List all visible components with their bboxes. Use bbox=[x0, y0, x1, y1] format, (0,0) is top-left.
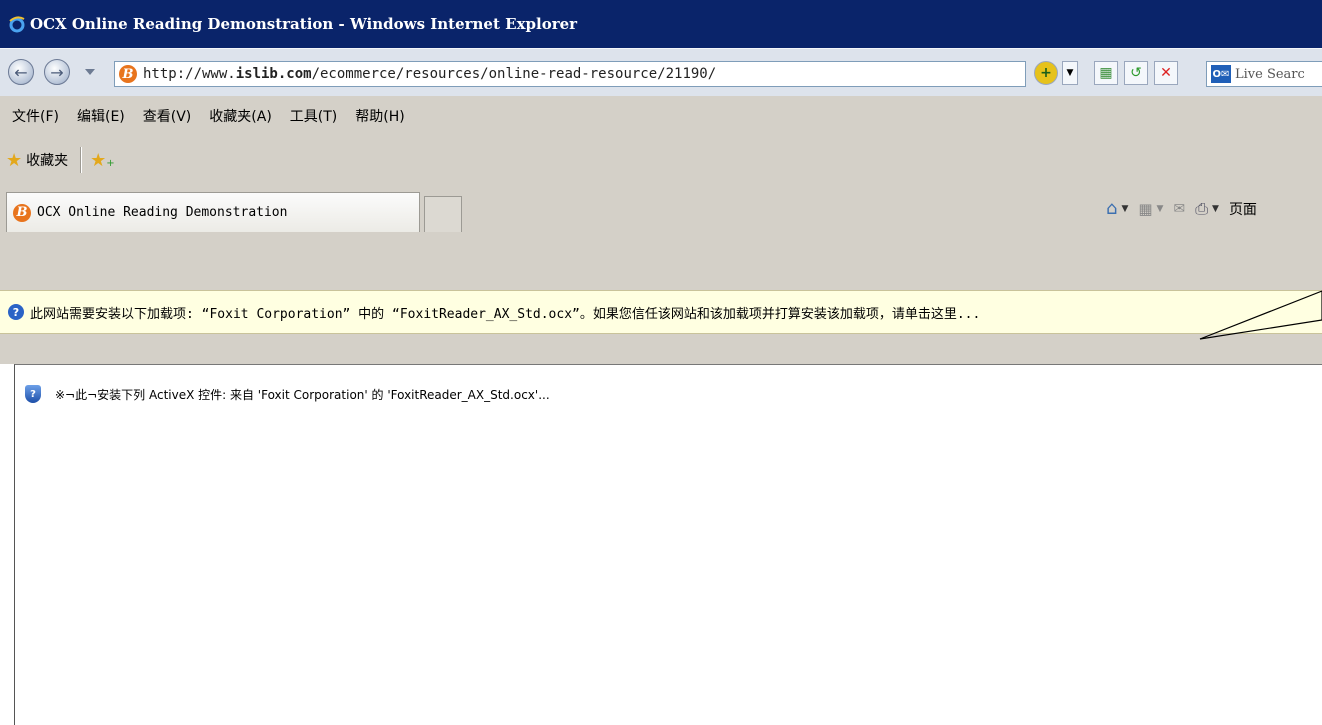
tab-favicon-icon: B bbox=[13, 203, 31, 222]
toolbar-background bbox=[0, 232, 1322, 290]
printer-icon: ⎙ bbox=[1195, 198, 1209, 218]
favorites-star-icon: ★ bbox=[6, 149, 23, 171]
chevron-down-icon: ▼ bbox=[1212, 203, 1219, 214]
rss-feed-icon: ▦ bbox=[1138, 199, 1153, 218]
read-mail-button[interactable]: ✉ bbox=[1173, 201, 1185, 217]
security-shield-icon: ? bbox=[25, 385, 41, 403]
menu-help[interactable]: 帮助(H) bbox=[353, 106, 406, 126]
chevron-down-icon: ▼ bbox=[1066, 68, 1074, 78]
title-bar: OCX Online Reading Demonstration - Windo… bbox=[0, 0, 1322, 48]
new-tab-button[interactable] bbox=[424, 196, 462, 232]
menu-favorites[interactable]: 收藏夹(A) bbox=[207, 106, 274, 126]
feeds-button[interactable]: ▦ ▼ bbox=[1138, 200, 1163, 218]
address-input[interactable]: B http://www.islib.com/ecommerce/resourc… bbox=[114, 61, 1026, 87]
address-dropdown-button[interactable]: ▼ bbox=[1062, 61, 1078, 85]
menu-tools[interactable]: 工具(T) bbox=[288, 106, 339, 126]
info-bar-text: 此网站需要安装以下加载项: “Foxit Corporation” 中的 “Fo… bbox=[30, 306, 981, 322]
window-title: OCX Online Reading Demonstration - Windo… bbox=[30, 15, 578, 33]
ie-logo-icon bbox=[9, 16, 25, 33]
forward-button[interactable]: → bbox=[44, 59, 70, 85]
menu-view[interactable]: 查看(V) bbox=[141, 106, 194, 126]
content-top-border bbox=[0, 334, 1322, 364]
page-content: ? ※¬此¬安装下列 ActiveX 控件: 来自 'Foxit Corpora… bbox=[14, 364, 1322, 725]
chevron-down-icon: ▼ bbox=[1121, 203, 1129, 214]
live-search-icon: O✉ bbox=[1211, 65, 1231, 83]
menu-file[interactable]: 文件(F) bbox=[10, 106, 61, 126]
search-placeholder: Live Searc bbox=[1235, 66, 1305, 82]
favorites-label: 收藏夹 bbox=[26, 153, 69, 169]
tab-title: OCX Online Reading Demonstration bbox=[37, 205, 288, 220]
chevron-down-icon: ▼ bbox=[1156, 203, 1164, 214]
address-row: ← → B http://www.islib.com/ecommerce/res… bbox=[0, 48, 1322, 97]
page-menu-button[interactable]: 页面 bbox=[1229, 199, 1257, 219]
activex-notice[interactable]: ? ※¬此¬安装下列 ActiveX 控件: 来自 'Foxit Corpora… bbox=[25, 385, 550, 403]
back-arrow-icon: ← bbox=[14, 62, 28, 82]
menu-edit[interactable]: 编辑(E) bbox=[75, 106, 127, 126]
mail-icon: ✉ bbox=[1173, 200, 1186, 217]
favorites-button[interactable]: ★ 收藏夹 bbox=[6, 150, 68, 171]
feed-page-icon[interactable]: ▦ bbox=[1094, 61, 1118, 85]
activex-notice-text: ※¬此¬安装下列 ActiveX 控件: 来自 'Foxit Corporati… bbox=[55, 387, 550, 402]
refresh-icon[interactable]: ↺ bbox=[1124, 61, 1148, 85]
home-icon: ⌂ bbox=[1106, 198, 1118, 219]
print-button[interactable]: ⎙ ▼ bbox=[1195, 199, 1219, 219]
information-bar[interactable]: ? 此网站需要安装以下加载项: “Foxit Corporation” 中的 “… bbox=[0, 290, 1322, 334]
back-button[interactable]: ← bbox=[8, 59, 34, 85]
tab-active[interactable]: B OCX Online Reading Demonstration bbox=[6, 192, 420, 232]
tab-bar: B OCX Online Reading Demonstration ⌂ ▼ ▦… bbox=[0, 184, 1322, 232]
add-favorite-icon[interactable]: ★+ bbox=[90, 150, 115, 171]
compatibility-icon[interactable]: + bbox=[1034, 61, 1058, 85]
page-menu-label: 页面 bbox=[1228, 201, 1257, 218]
forward-arrow-icon: → bbox=[50, 62, 64, 82]
site-favicon-icon: B bbox=[119, 65, 137, 83]
favorites-bar: ★ 收藏夹 ★+ bbox=[0, 136, 1322, 184]
url-text: http://www.islib.com/ecommerce/resources… bbox=[143, 66, 717, 82]
menu-bar: 文件(F) 编辑(E) 查看(V) 收藏夹(A) 工具(T) 帮助(H) bbox=[0, 96, 1322, 136]
info-shield-icon: ? bbox=[8, 304, 24, 320]
stop-icon[interactable]: ✕ bbox=[1154, 61, 1178, 85]
command-bar: ⌂ ▼ ▦ ▼ ✉ ⎙ ▼ 页面 bbox=[1096, 198, 1257, 219]
home-button[interactable]: ⌂ ▼ bbox=[1106, 198, 1128, 219]
toolbar-separator bbox=[80, 147, 83, 173]
search-input[interactable]: O✉ Live Searc bbox=[1206, 61, 1322, 87]
history-dropdown-icon[interactable] bbox=[85, 69, 95, 75]
